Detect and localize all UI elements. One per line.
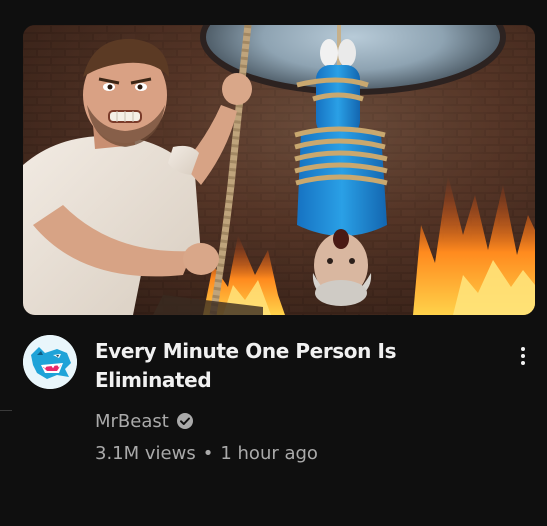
more-actions-button[interactable] xyxy=(513,339,533,373)
mrbeast-logo-icon xyxy=(23,335,77,389)
more-vertical-icon xyxy=(521,347,525,351)
channel-row: MrBeast xyxy=(95,408,495,434)
stats-separator: • xyxy=(202,442,214,464)
more-vertical-icon-dot xyxy=(521,354,525,358)
channel-avatar[interactable] xyxy=(23,335,77,389)
more-vertical-icon-dot xyxy=(521,361,525,365)
view-count: 3.1M views xyxy=(95,442,196,464)
video-thumbnail[interactable] xyxy=(23,25,535,315)
video-title[interactable]: Every Minute One Person Is Eliminated xyxy=(95,337,495,395)
page: Every Minute One Person Is Eliminated Mr… xyxy=(0,0,547,526)
video-details: Every Minute One Person Is Eliminated Mr… xyxy=(23,331,535,471)
channel-name[interactable]: MrBeast xyxy=(95,411,169,432)
divider xyxy=(0,410,12,411)
verified-check-icon xyxy=(176,413,193,429)
video-meta: Every Minute One Person Is Eliminated Mr… xyxy=(95,331,495,466)
video-card: Every Minute One Person Is Eliminated Mr… xyxy=(23,25,535,485)
video-stats: 3.1M views • 1 hour ago xyxy=(95,440,495,466)
thumbnail-image xyxy=(23,25,535,315)
upload-age: 1 hour ago xyxy=(220,442,318,464)
